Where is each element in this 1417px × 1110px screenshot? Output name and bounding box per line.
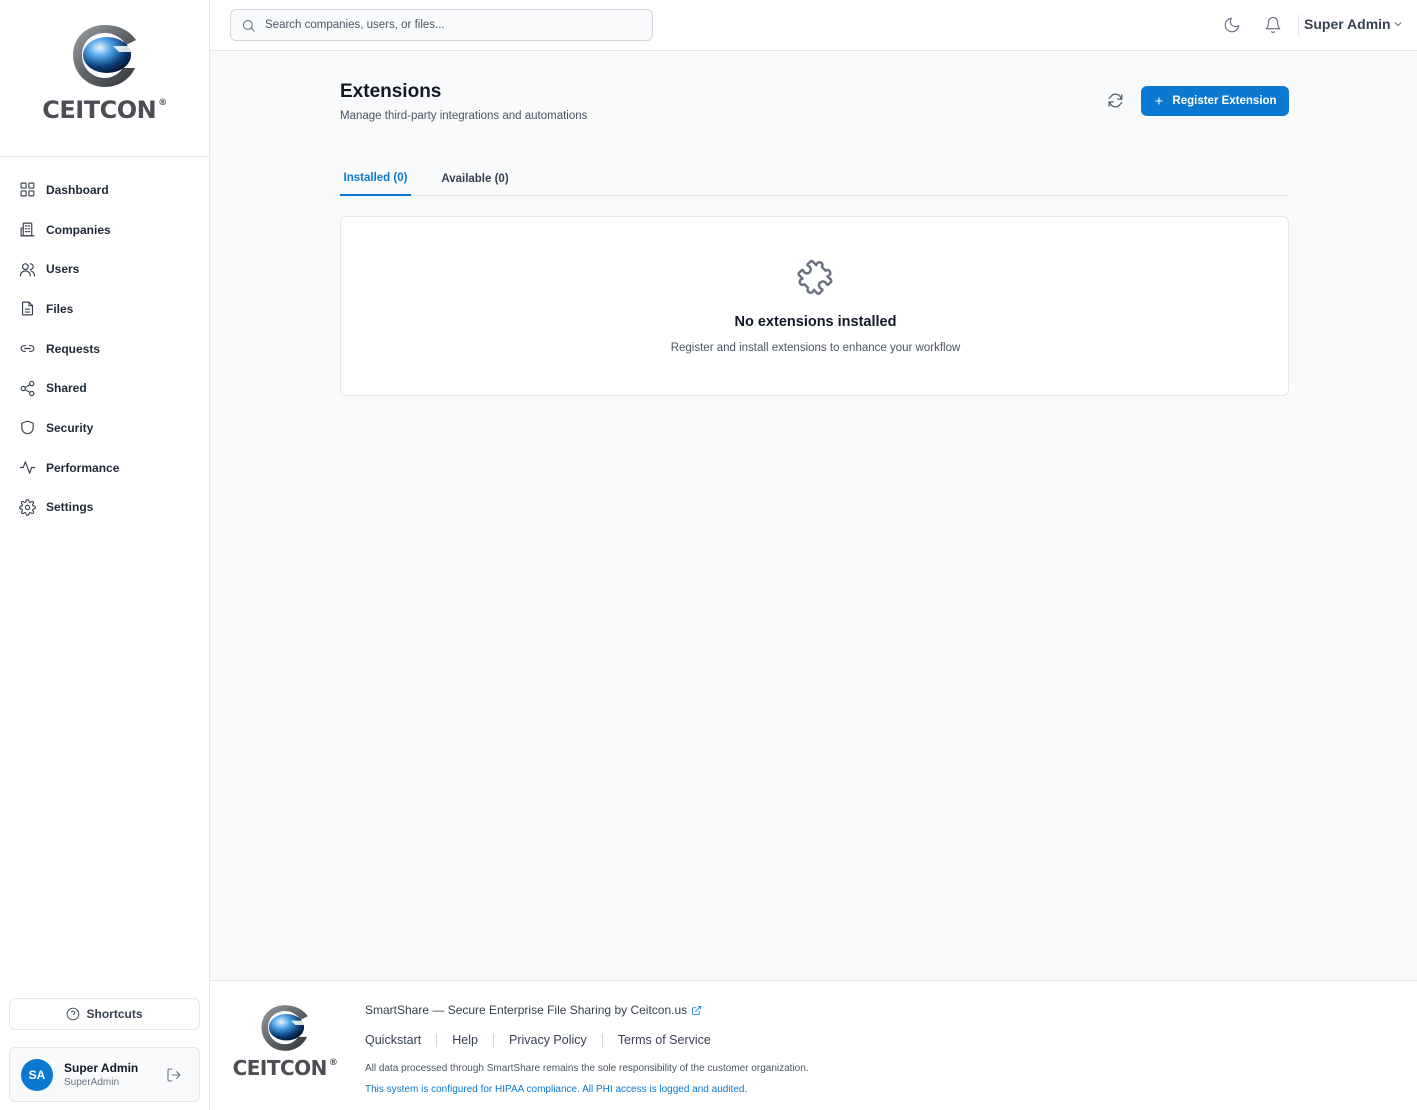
footer-wordmark: CEITCON ® [232, 1056, 338, 1080]
sidebar-logo[interactable]: CEITCON ® [0, 0, 209, 157]
sidebar-nav: Dashboard Companies Users Files Requests… [0, 157, 209, 527]
grid-icon [20, 182, 35, 197]
user-menu-label: Super Admin [1304, 16, 1391, 32]
sidebar-item-label: Files [46, 301, 74, 316]
sidebar-item-files[interactable]: Files [0, 289, 209, 329]
user-role: SuperAdmin [64, 1077, 120, 1088]
footer-link-quickstart[interactable]: Quickstart [365, 1033, 421, 1047]
footer-link-terms[interactable]: Terms of Service [618, 1033, 711, 1047]
footer-disclaimer: All data processed through SmartShare re… [365, 1063, 809, 1074]
footer-logo: CEITCON ® [232, 1003, 338, 1080]
plus-icon [1155, 97, 1163, 105]
refresh-icon[interactable] [1107, 92, 1124, 109]
sidebar-item-label: Requests [46, 341, 101, 356]
tab-installed[interactable]: Installed (0) [340, 162, 411, 196]
footer-link-help[interactable]: Help [452, 1033, 478, 1047]
sidebar-item-label: Security [46, 420, 94, 435]
external-link-icon [692, 1005, 702, 1015]
ceitcon-logo-icon [72, 25, 136, 87]
logout-icon[interactable] [166, 1067, 182, 1083]
gear-icon [19, 499, 36, 516]
tab-bar: Installed (0) Available (0) [340, 162, 1289, 196]
users-icon [19, 262, 36, 277]
sidebar-item-companies[interactable]: Companies [0, 210, 209, 250]
footer-link-divider [436, 1033, 438, 1047]
bell-icon[interactable] [1264, 16, 1282, 34]
sidebar-item-label: Users [46, 262, 80, 277]
empty-state-title: No extensions installed [734, 314, 897, 330]
sidebar-item-users[interactable]: Users [0, 249, 209, 289]
sidebar-item-label: Shared [46, 381, 87, 396]
moon-icon[interactable] [1223, 16, 1241, 34]
user-card: SA Super Admin SuperAdmin [9, 1047, 200, 1102]
empty-state-card: No extensions installed Register and ins… [340, 216, 1289, 396]
footer-link-divider [492, 1033, 494, 1047]
sidebar-item-dashboard[interactable]: Dashboard [0, 170, 209, 210]
puzzle-icon [797, 259, 833, 295]
shortcuts-button[interactable]: Shortcuts [9, 998, 200, 1030]
sidebar-item-label: Companies [46, 222, 111, 237]
shield-icon [21, 421, 34, 435]
user-info: Super Admin SuperAdmin [64, 1061, 138, 1088]
register-extension-button[interactable]: Register Extension [1141, 86, 1289, 116]
sidebar-item-label: Dashboard [46, 182, 109, 197]
sidebar-item-requests[interactable]: Requests [0, 329, 209, 369]
footer-link-privacy[interactable]: Privacy Policy [509, 1033, 587, 1047]
tab-available[interactable]: Available (0) [435, 162, 515, 196]
activity-icon [19, 461, 36, 474]
search-box [230, 9, 653, 41]
sidebar-item-label: Settings [46, 500, 94, 515]
sidebar-item-label: Performance [46, 460, 120, 475]
sidebar-item-shared[interactable]: Shared [0, 368, 209, 408]
sidebar-item-performance[interactable]: Performance [0, 448, 209, 488]
sidebar-item-security[interactable]: Security [0, 408, 209, 448]
footer-tagline[interactable]: SmartShare — Secure Enterprise File Shar… [365, 1003, 702, 1017]
file-icon [21, 301, 34, 316]
shortcuts-label: Shortcuts [86, 1007, 143, 1021]
share-icon [20, 380, 35, 396]
user-menu-button[interactable]: Super Admin [1304, 16, 1404, 32]
brand-wordmark: CEITCON ® [42, 96, 167, 124]
footer-hipaa-notice: This system is configured for HIPAA comp… [365, 1084, 748, 1095]
footer-links: Quickstart Help Privacy Policy Terms of … [365, 1033, 711, 1047]
footer-tagline-text: SmartShare — Secure Enterprise File Shar… [365, 1003, 688, 1017]
link-icon [20, 345, 35, 352]
register-extension-label: Register Extension [1172, 95, 1277, 107]
avatar: SA [21, 1058, 53, 1091]
page-title: Extensions [340, 81, 442, 102]
empty-state-subtitle: Register and install extensions to enhan… [670, 342, 961, 354]
help-circle-icon [67, 1007, 80, 1021]
chevron-down-icon [1394, 22, 1401, 27]
header-divider [1298, 14, 1299, 36]
footer: CEITCON ® SmartShare — Secure Enterprise … [210, 980, 1417, 1110]
search-icon [242, 19, 255, 32]
footer-link-divider [601, 1033, 603, 1047]
page-subtitle: Manage third-party integrations and auto… [340, 110, 588, 122]
sidebar-item-settings[interactable]: Settings [0, 488, 209, 528]
ceitcon-logo-icon [261, 1005, 308, 1051]
top-header: Super Admin [210, 0, 1417, 51]
sidebar: CEITCON ® Dashboard Companies Users Files… [0, 0, 210, 1110]
user-name: Super Admin [64, 1061, 139, 1075]
search-input[interactable] [265, 19, 645, 31]
building-icon [20, 222, 35, 237]
